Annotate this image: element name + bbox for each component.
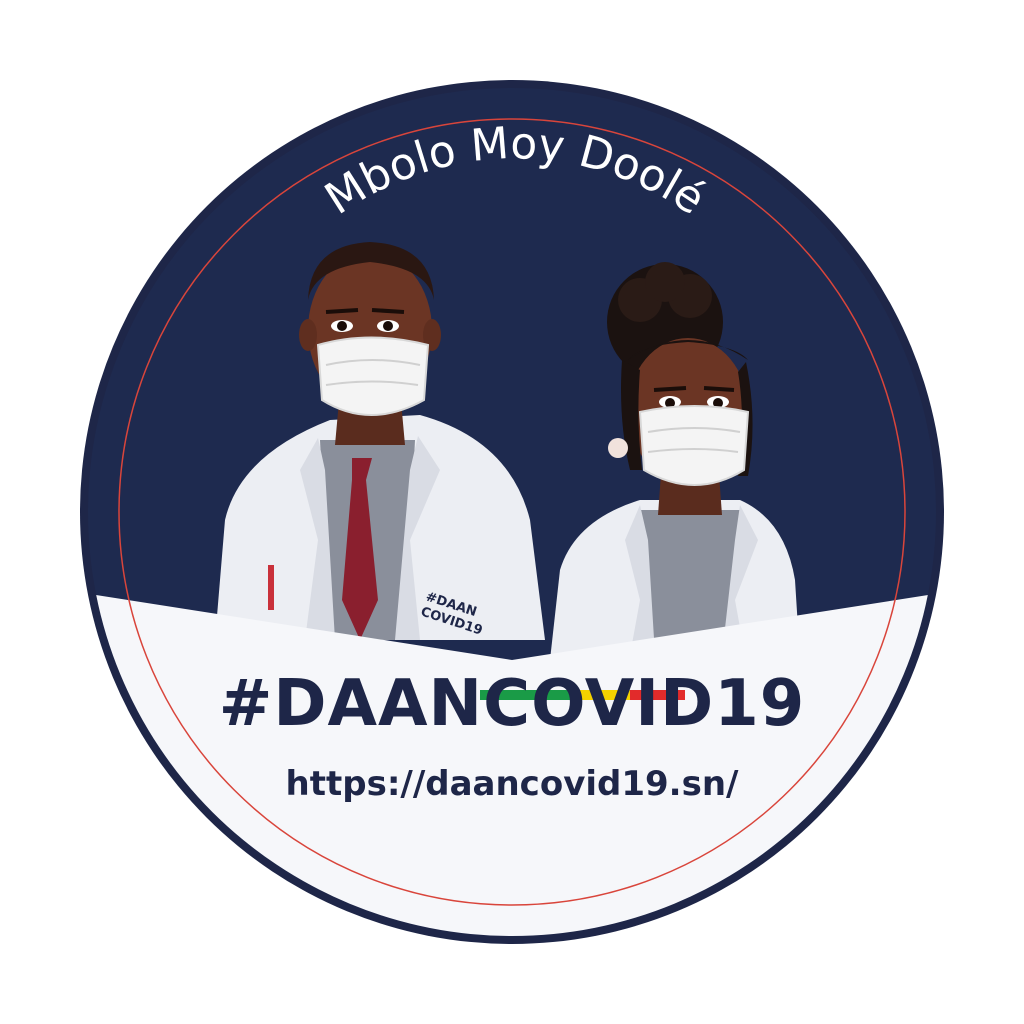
badge-stage: #DAAN COVID19 Mbolo Moy Doolé #DAANCOVID…: [0, 0, 1024, 1024]
hashtag-suffix: COVID19: [483, 667, 806, 741]
badge-graphic: #DAAN COVID19 Mbolo Moy Doolé: [80, 80, 944, 944]
website-url[interactable]: https://daancovid19.sn/: [0, 762, 1024, 806]
hashtag-prefix: #DAAN: [218, 667, 484, 741]
hashtag-title: #DAANCOVID19: [0, 668, 1024, 740]
